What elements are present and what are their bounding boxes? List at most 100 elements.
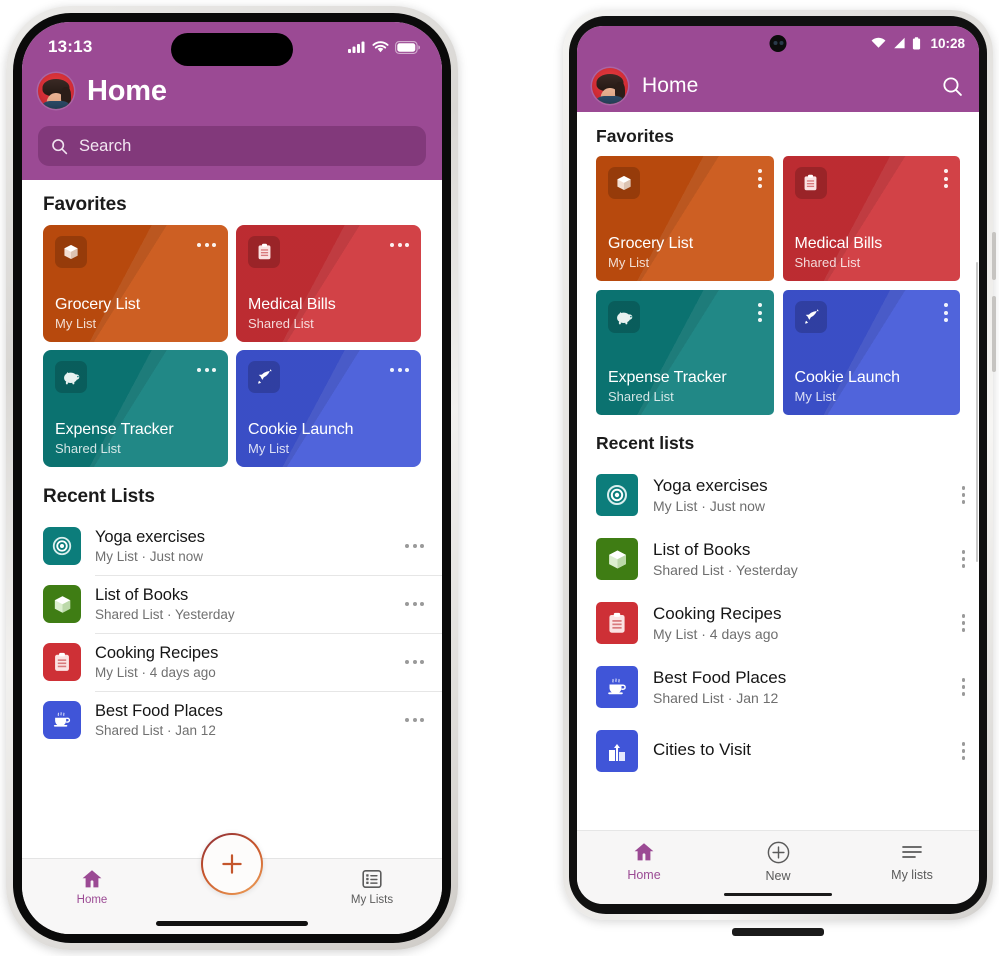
list-item[interactable]: List of Books Shared List · Yesterday xyxy=(596,527,979,591)
box-icon xyxy=(596,538,638,580)
favorite-card[interactable]: Medical Bills Shared List xyxy=(236,225,421,342)
list-item-title: Yoga exercises xyxy=(95,528,205,546)
android-device-mockup: 10:28 Home Favorites Grocery List My Lis… xyxy=(563,10,996,946)
search-input[interactable]: Search xyxy=(38,126,426,166)
list-item-overflow-button[interactable] xyxy=(405,544,424,548)
list-item[interactable]: Yoga exercises My List · Just now xyxy=(596,463,979,527)
nav-my-lists[interactable]: My lists xyxy=(845,840,979,882)
android-status-bar: 10:28 xyxy=(577,26,979,60)
favorite-card[interactable]: Expense Tracker Shared List xyxy=(596,290,774,415)
list-item-overflow-button[interactable] xyxy=(961,742,965,760)
avatar-body xyxy=(40,101,72,109)
list-item-overflow-button[interactable] xyxy=(961,678,965,696)
dynamic-island xyxy=(171,33,293,66)
list-item-overflow-button[interactable] xyxy=(961,486,965,504)
card-overflow-button[interactable] xyxy=(390,368,409,372)
plus-icon xyxy=(222,854,242,874)
recent-list: Yoga exercises My List · Just now List o… xyxy=(22,517,442,749)
card-overflow-button[interactable] xyxy=(944,169,948,188)
clipboard-icon xyxy=(248,236,280,268)
list-item[interactable]: Cooking Recipes My List · 4 days ago xyxy=(43,633,442,691)
card-title: Grocery List xyxy=(608,235,694,252)
tab-home[interactable]: Home xyxy=(22,867,162,906)
recent-list: Yoga exercises My List · Just now List o… xyxy=(577,463,979,783)
box-icon xyxy=(55,236,87,268)
status-clock: 10:28 xyxy=(930,35,965,51)
android-content: Favorites Grocery List My List Medical B… xyxy=(577,112,979,830)
favorite-card[interactable]: Cookie Launch My List xyxy=(782,290,960,415)
favorite-card[interactable]: Grocery List My List xyxy=(43,225,228,342)
nav-new-label: New xyxy=(765,869,791,883)
avatar[interactable] xyxy=(38,73,74,109)
list-item[interactable]: List of Books Shared List · Yesterday xyxy=(43,575,442,633)
power-button[interactable] xyxy=(992,232,996,280)
list-item[interactable]: Cooking Recipes My List · 4 days ago xyxy=(596,591,979,655)
card-overflow-button[interactable] xyxy=(757,169,762,188)
search-placeholder: Search xyxy=(79,136,132,155)
list-item-subtitle: Shared List · Jan 12 xyxy=(95,723,216,738)
vertical-scrollbar[interactable] xyxy=(975,262,978,562)
coffee-cup-icon xyxy=(43,701,81,739)
clipboard-icon xyxy=(43,643,81,681)
search-button[interactable] xyxy=(941,75,964,98)
iphone-status-bar: 13:13 xyxy=(22,22,442,68)
list-item-overflow-button[interactable] xyxy=(405,660,424,664)
home-icon xyxy=(634,843,654,861)
card-title: Medical Bills xyxy=(794,235,883,252)
card-overflow-button[interactable] xyxy=(197,243,216,247)
list-item-subtitle: My List · Just now xyxy=(653,498,766,514)
box-icon xyxy=(608,167,640,199)
card-subtitle: Shared List xyxy=(55,441,121,456)
nav-home[interactable]: Home xyxy=(577,840,711,882)
list-item-overflow-button[interactable] xyxy=(405,718,424,722)
list-item-title: Cities to Visit xyxy=(653,740,751,759)
list-item[interactable]: Cities to Visit xyxy=(596,719,979,783)
add-button[interactable] xyxy=(201,833,263,895)
card-overflow-button[interactable] xyxy=(757,303,762,322)
iphone-home-indicator xyxy=(156,921,308,926)
volume-button[interactable] xyxy=(992,296,996,372)
favorite-card[interactable]: Expense Tracker Shared List xyxy=(43,350,228,467)
list-item-subtitle: Shared List · Yesterday xyxy=(95,607,235,622)
signal-triangle-icon xyxy=(894,37,906,49)
list-item-title: Yoga exercises xyxy=(653,476,768,495)
battery-full-icon xyxy=(395,40,420,54)
recent-heading: Recent Lists xyxy=(43,486,155,507)
tab-my-lists[interactable]: My Lists xyxy=(302,867,442,906)
avatar[interactable] xyxy=(592,68,628,104)
wifi-icon xyxy=(372,41,389,53)
rocket-icon xyxy=(794,301,827,333)
list-item-texts: Cooking Recipes My List · 4 days ago xyxy=(95,644,391,680)
list-item-texts: Yoga exercises My List · Just now xyxy=(95,528,391,564)
card-overflow-button[interactable] xyxy=(944,303,948,322)
status-clock: 13:13 xyxy=(48,37,93,56)
list-item-title: Best Food Places xyxy=(653,668,787,687)
favorite-card[interactable]: Grocery List My List xyxy=(596,156,774,281)
rocket-icon xyxy=(248,361,280,393)
card-overflow-button[interactable] xyxy=(390,243,409,247)
favorite-card[interactable]: Cookie Launch My List xyxy=(236,350,421,467)
clipboard-icon xyxy=(794,167,827,199)
android-screen: 10:28 Home Favorites Grocery List My Lis… xyxy=(577,26,979,904)
list-item-overflow-button[interactable] xyxy=(405,602,424,606)
piggy-bank-icon xyxy=(608,301,640,333)
nav-home-label: Home xyxy=(627,868,661,882)
card-title: Cookie Launch xyxy=(248,421,354,438)
list-item-overflow-button[interactable] xyxy=(961,614,965,632)
list-item[interactable]: Yoga exercises My List · Just now xyxy=(43,517,442,575)
nav-new[interactable]: New xyxy=(711,840,845,883)
list-item-subtitle: Shared List · Yesterday xyxy=(653,562,798,578)
tab-home-label: Home xyxy=(76,894,108,906)
card-title: Medical Bills xyxy=(248,296,336,313)
favorite-card[interactable]: Medical Bills Shared List xyxy=(782,156,960,281)
list-item[interactable]: Best Food Places Shared List · Jan 12 xyxy=(43,691,442,749)
city-icon xyxy=(596,730,638,772)
page-title: Home xyxy=(87,74,167,107)
target-icon xyxy=(596,474,638,516)
card-overflow-button[interactable] xyxy=(197,368,216,372)
battery-full-icon xyxy=(913,36,921,49)
list-item[interactable]: Best Food Places Shared List · Jan 12 xyxy=(596,655,979,719)
device-stand-shadow xyxy=(732,928,824,936)
list-item-overflow-button[interactable] xyxy=(961,550,965,568)
card-subtitle: My List xyxy=(248,441,290,456)
